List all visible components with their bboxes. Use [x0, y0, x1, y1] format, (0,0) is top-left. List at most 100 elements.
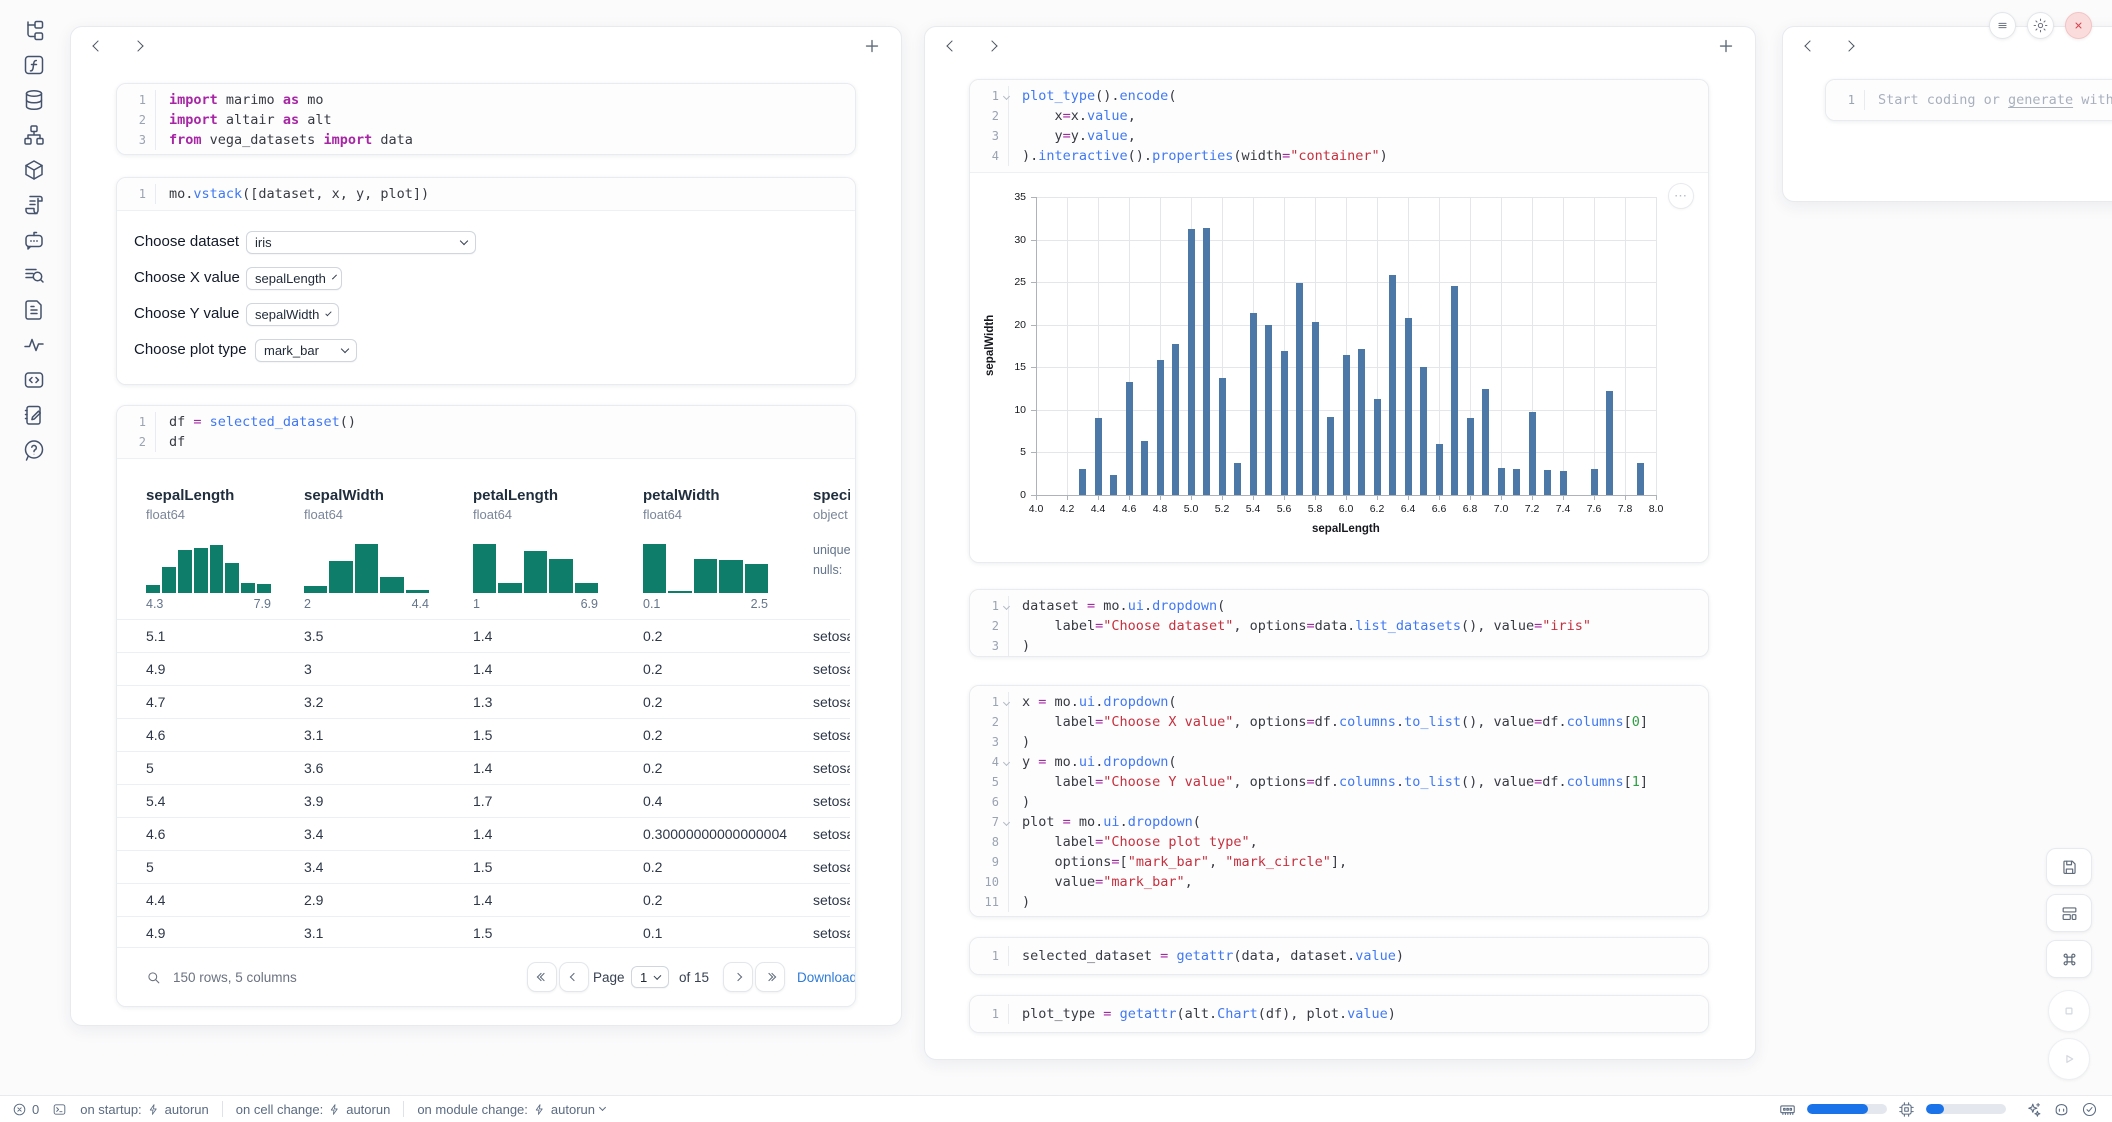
- menu-button[interactable]: [1989, 12, 2016, 39]
- add-cell-icon[interactable]: [861, 35, 883, 57]
- ai-sparkle-button[interactable]: [2025, 1101, 2042, 1118]
- connection-status-button[interactable]: [2081, 1101, 2098, 1118]
- column-histogram: [304, 535, 429, 593]
- code-line: 7plot = mo.ui.dropdown(: [970, 812, 1708, 832]
- bar: [1451, 286, 1458, 495]
- table-row[interactable]: 4.63.11.50.2setosa: [117, 718, 850, 751]
- table-row[interactable]: 5.43.91.70.4setosa: [117, 784, 850, 817]
- shutdown-button[interactable]: [2065, 12, 2092, 39]
- choose-x-value-select[interactable]: sepalLength: [246, 267, 342, 290]
- play-icon: [2059, 1049, 2079, 1069]
- table-row[interactable]: 5.13.51.40.2setosa: [117, 619, 850, 652]
- altair-bar-chart[interactable]: 4.04.24.44.64.85.05.25.45.65.86.06.26.46…: [978, 183, 1684, 549]
- download-button[interactable]: Download: [797, 970, 856, 985]
- bar: [1250, 313, 1257, 495]
- code-editor-plottype[interactable]: 1plot_type = getattr(alt.Chart(df), plot…: [970, 996, 1708, 1032]
- bar: [1591, 469, 1598, 495]
- code-editor-vstack[interactable]: 1mo.vstack([dataset, x, y, plot]): [117, 178, 855, 210]
- packages-icon[interactable]: [22, 158, 46, 182]
- dataframe-output: sepalLengthfloat644.37.9sepalWidthfloat6…: [117, 458, 855, 1006]
- save-button[interactable]: [2046, 848, 2092, 886]
- new-cell-editor[interactable]: 1 Start coding or generate with AI: [1826, 80, 2112, 120]
- functions-icon[interactable]: [22, 53, 46, 77]
- scroll-icon[interactable]: [22, 193, 46, 217]
- column-forward-button[interactable]: [1838, 35, 1860, 57]
- prev-page-button[interactable]: [559, 962, 589, 992]
- runtime-config-3[interactable]: on module change:autorun: [417, 1102, 605, 1117]
- table-search-icon[interactable]: [145, 969, 162, 986]
- choose-dataset-select[interactable]: iris: [246, 231, 476, 254]
- file-tree-icon[interactable]: [22, 18, 46, 42]
- cell-plot-type: 1plot_type = getattr(alt.Chart(df), plot…: [969, 995, 1709, 1033]
- help-icon[interactable]: [22, 438, 46, 462]
- column-back-button[interactable]: [941, 35, 963, 57]
- choose-y-value-select[interactable]: sepalWidth: [246, 303, 339, 326]
- code-editor-plot[interactable]: 1plot_type().encode(2 x=x.value,3 y=y.va…: [970, 80, 1708, 172]
- code-editor-dataset[interactable]: 1dataset = mo.ui.dropdown(2 label="Choos…: [970, 590, 1708, 657]
- chatbot-icon[interactable]: [22, 228, 46, 252]
- generate-link[interactable]: generate: [2008, 92, 2073, 108]
- first-page-button[interactable]: [527, 962, 557, 992]
- dependencies-icon[interactable]: [22, 123, 46, 147]
- bar: [1219, 378, 1226, 495]
- bar: [1389, 275, 1396, 495]
- code-line: 4).interactive().properties(width="conta…: [970, 146, 1708, 166]
- page-select[interactable]: 1: [631, 966, 669, 988]
- code-editor-selected[interactable]: 1selected_dataset = getattr(data, datase…: [970, 938, 1708, 974]
- code-line: 8 label="Choose plot type",: [970, 832, 1708, 852]
- bar: [1110, 475, 1117, 495]
- code-editor-xyplot[interactable]: 1x = mo.ui.dropdown(2 label="Choose X va…: [970, 686, 1708, 917]
- stop-icon: [2059, 1001, 2079, 1021]
- snippets-icon[interactable]: [22, 368, 46, 392]
- close-icon: [2070, 17, 2087, 34]
- settings-button[interactable]: [2027, 12, 2054, 39]
- code-line: 6): [970, 792, 1708, 812]
- page-total-label: of 15: [679, 970, 709, 985]
- logs-icon[interactable]: [22, 263, 46, 287]
- bar: [1203, 228, 1210, 495]
- copilot-button[interactable]: [2053, 1101, 2070, 1118]
- table-row[interactable]: 4.42.91.40.2setosa: [117, 883, 850, 916]
- chart-menu-icon[interactable]: ⋯: [1668, 183, 1694, 209]
- column-forward-button[interactable]: [127, 35, 149, 57]
- column-forward-button[interactable]: [981, 35, 1003, 57]
- code-line: 3from vega_datasets import data: [117, 130, 855, 150]
- table-row[interactable]: 4.63.41.40.30000000000000004setosa: [117, 817, 850, 850]
- run-button[interactable]: [2048, 1038, 2090, 1080]
- bar: [1374, 399, 1381, 495]
- table-row[interactable]: 4.931.40.2setosa: [117, 652, 850, 685]
- column-histogram: [146, 535, 271, 593]
- bar: [1095, 418, 1102, 495]
- cell-plot: 1plot_type().encode(2 x=x.value,3 y=y.va…: [969, 79, 1709, 563]
- notebook-column-right: 1plot_type().encode(2 x=x.value,3 y=y.va…: [924, 26, 1756, 1060]
- runtime-config-1[interactable]: on startup:autorun: [80, 1102, 209, 1117]
- next-page-button[interactable]: [723, 962, 753, 992]
- column-back-button[interactable]: [87, 35, 109, 57]
- layout-button[interactable]: [2046, 894, 2092, 932]
- code-editor-dataframe[interactable]: 1df = selected_dataset()2df: [117, 406, 855, 458]
- error-count-badge[interactable]: 0: [12, 1102, 39, 1117]
- vstack-output: Choose datasetirisChoose X valuesepalLen…: [117, 210, 855, 384]
- keyboard-shortcuts-button[interactable]: [2046, 940, 2092, 978]
- add-cell-icon[interactable]: [1715, 35, 1737, 57]
- lightning-icon: [147, 1103, 160, 1116]
- table-row[interactable]: 4.93.11.50.1setosa: [117, 916, 850, 949]
- stop-button[interactable]: [2048, 990, 2090, 1032]
- table-row[interactable]: 53.61.40.2setosa: [117, 751, 850, 784]
- table-row[interactable]: 53.41.50.2setosa: [117, 850, 850, 883]
- bar: [1172, 344, 1179, 495]
- choose-plot-type-select[interactable]: mark_bar: [255, 339, 357, 362]
- code-editor-imports[interactable]: 1import marimo as mo2import altair as al…: [117, 84, 855, 155]
- bar: [1436, 444, 1443, 495]
- table-footer: 150 rows, 5 columns Page 1 of 15 Downloa…: [117, 947, 855, 1006]
- scratchpad-icon[interactable]: [22, 403, 46, 427]
- column-back-button[interactable]: [1799, 35, 1821, 57]
- database-icon[interactable]: [22, 88, 46, 112]
- document-icon[interactable]: [22, 298, 46, 322]
- last-page-button[interactable]: [755, 962, 785, 992]
- terminal-button[interactable]: [52, 1102, 67, 1117]
- tracing-icon[interactable]: [22, 333, 46, 357]
- runtime-config-2[interactable]: on cell change:autorun: [236, 1102, 391, 1117]
- table-row[interactable]: 4.73.21.30.2setosa: [117, 685, 850, 718]
- bar: [1157, 360, 1164, 495]
